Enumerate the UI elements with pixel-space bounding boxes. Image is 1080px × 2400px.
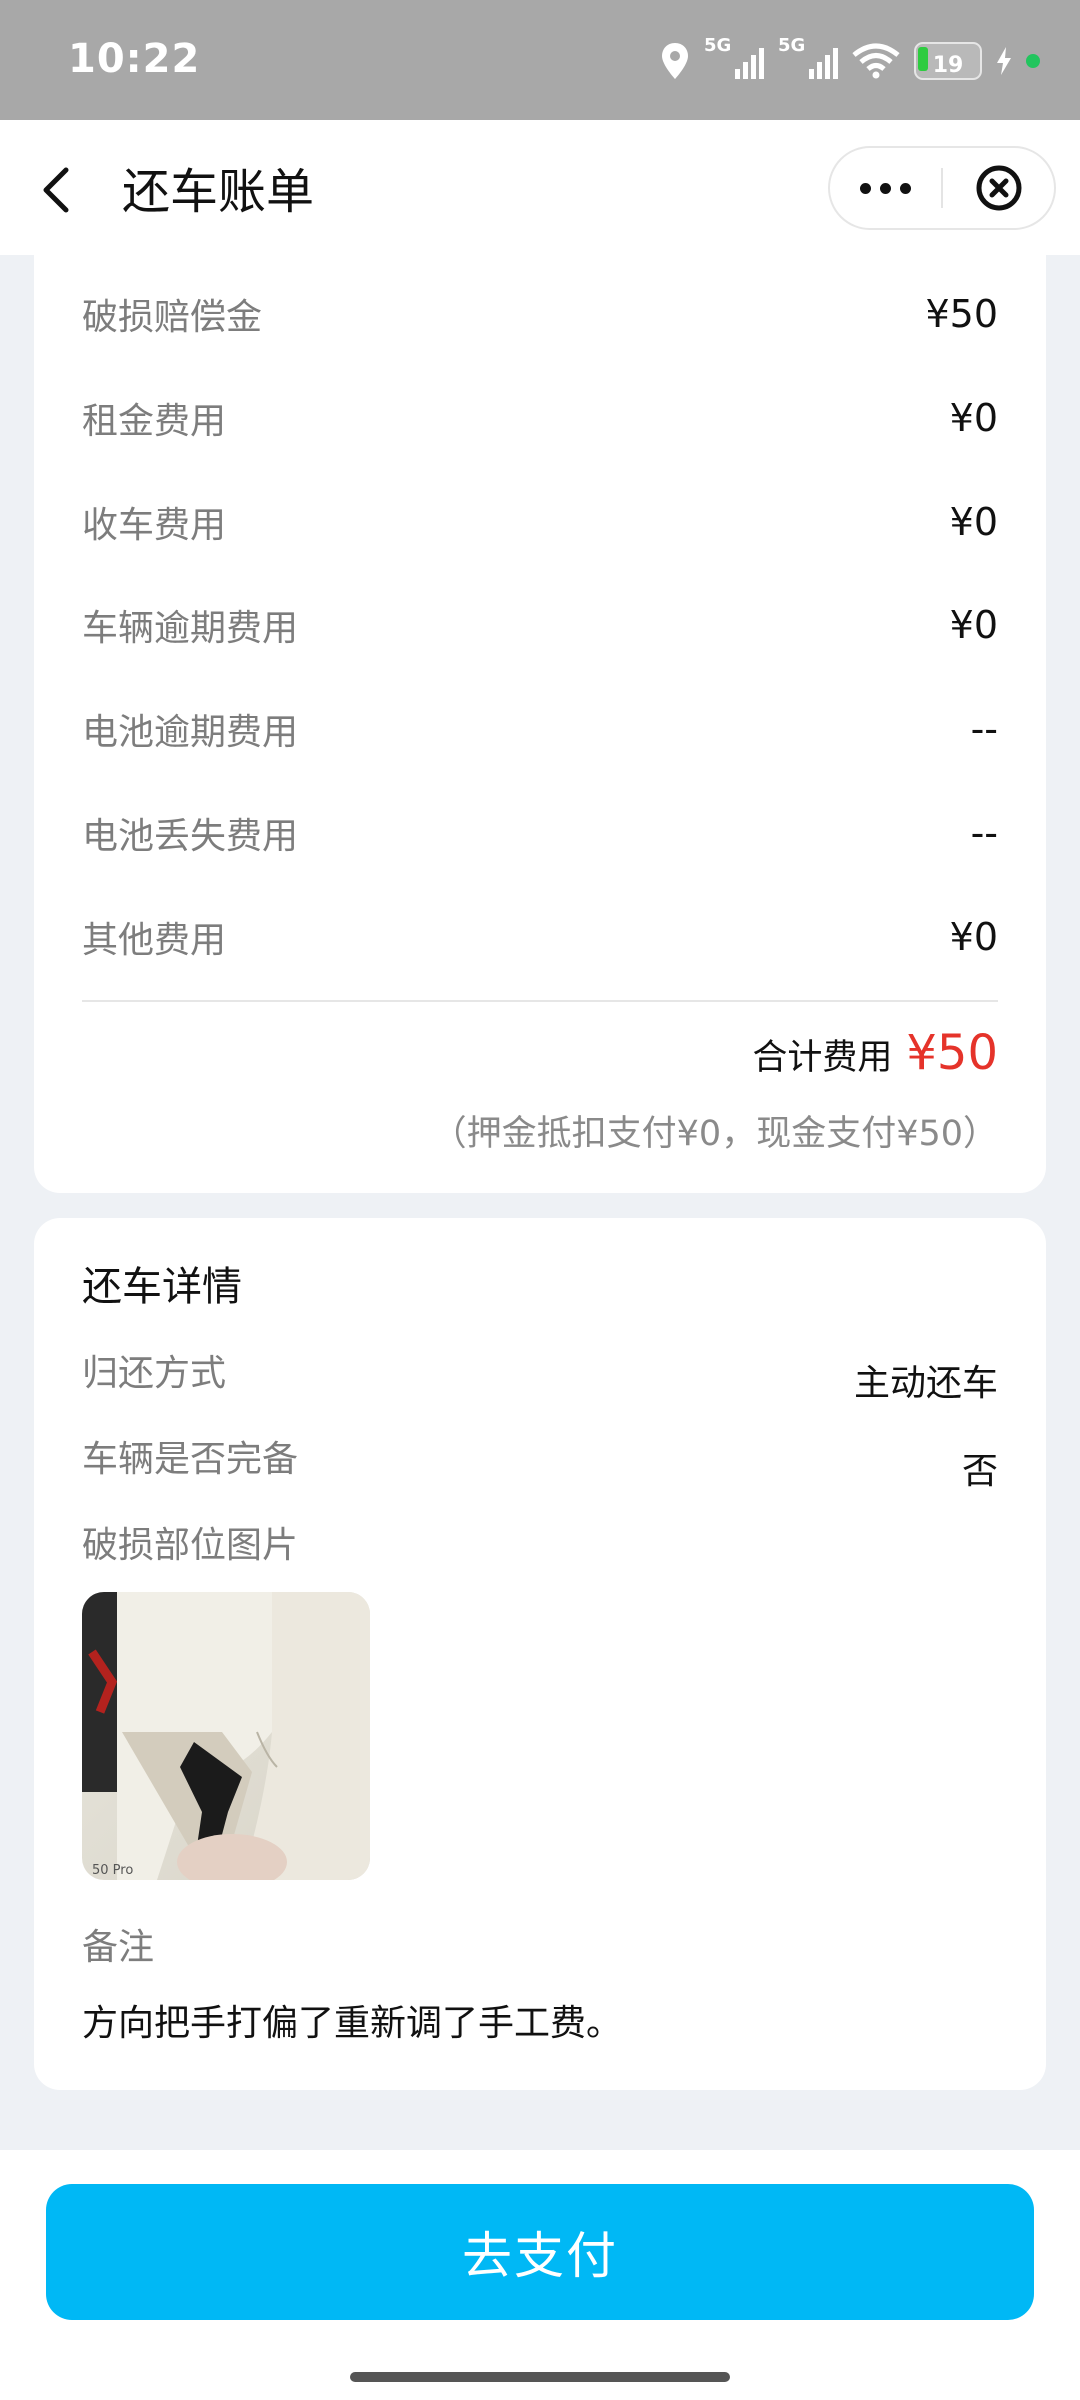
signal-icon: 5G	[778, 35, 838, 81]
signal-icon: 5G	[704, 35, 764, 81]
more-dots-icon	[860, 182, 871, 194]
total-fee-value: ¥50	[906, 1025, 998, 1081]
close-button[interactable]	[943, 148, 1054, 228]
back-button[interactable]	[36, 160, 86, 220]
status-time: 10:22	[68, 36, 201, 82]
bottom-action-bar: 去支付	[0, 2150, 1080, 2400]
status-icons: 5G 5G 19	[660, 35, 1040, 86]
vehicle-complete-label: 车辆是否完备	[82, 1439, 299, 1480]
remark-text: 方向把手打偏了重新调了手工费。	[82, 2003, 623, 2044]
fee-row: 其他费用 ¥0	[82, 915, 998, 961]
damage-photo-thumbnail[interactable]: 50 Pro	[82, 1592, 370, 1880]
total-fee: 合计费用 ¥50	[752, 1025, 998, 1081]
fee-row: 破损赔偿金 ¥50	[82, 292, 998, 338]
return-method-label: 归还方式	[82, 1353, 227, 1394]
more-button[interactable]	[830, 148, 941, 228]
fee-row: 电池丢失费用 --	[82, 811, 998, 857]
svg-text:50 Pro: 50 Pro	[92, 1863, 133, 1878]
page-title: 还车账单	[122, 164, 315, 220]
pay-button[interactable]: 去支付	[46, 2184, 1034, 2320]
wifi-icon	[852, 43, 900, 79]
fee-divider	[82, 1000, 998, 1002]
nav-bar: 还车账单	[0, 120, 1080, 255]
return-method-value: 主动还车	[853, 1363, 998, 1404]
fee-row: 车辆逾期费用 ¥0	[82, 603, 998, 649]
payment-breakdown: （押金抵扣支付¥0，现金支付¥50）	[431, 1114, 998, 1154]
location-icon	[660, 41, 690, 81]
privacy-indicator-dot	[1026, 54, 1040, 68]
fee-row: 电池逾期费用 --	[82, 707, 998, 753]
remark-label: 备注	[82, 1927, 155, 1968]
section-title: 还车详情	[82, 1264, 242, 1310]
status-bar: 10:22 5G 5G 19	[0, 0, 1080, 120]
chevron-left-icon	[43, 167, 69, 213]
home-indicator[interactable]	[350, 2372, 730, 2382]
close-circle-icon	[976, 165, 1021, 211]
charging-icon	[996, 47, 1012, 75]
vehicle-complete-value: 否	[961, 1451, 998, 1492]
fee-card: 破损赔偿金 ¥50 租金费用 ¥0 收车费用 ¥0 车辆逾期费用 ¥0 电池逾期…	[34, 255, 1046, 1193]
miniapp-capsule	[828, 146, 1056, 230]
fee-row: 租金费用 ¥0	[82, 396, 998, 442]
fee-row: 收车费用 ¥0	[82, 500, 998, 546]
return-details-card: 还车详情 归还方式 主动还车 车辆是否完备 否 破损部位图片 50 Pro 备注…	[34, 1218, 1046, 2090]
damage-photo-label: 破损部位图片	[82, 1525, 299, 1566]
battery-icon: 19	[914, 42, 982, 80]
